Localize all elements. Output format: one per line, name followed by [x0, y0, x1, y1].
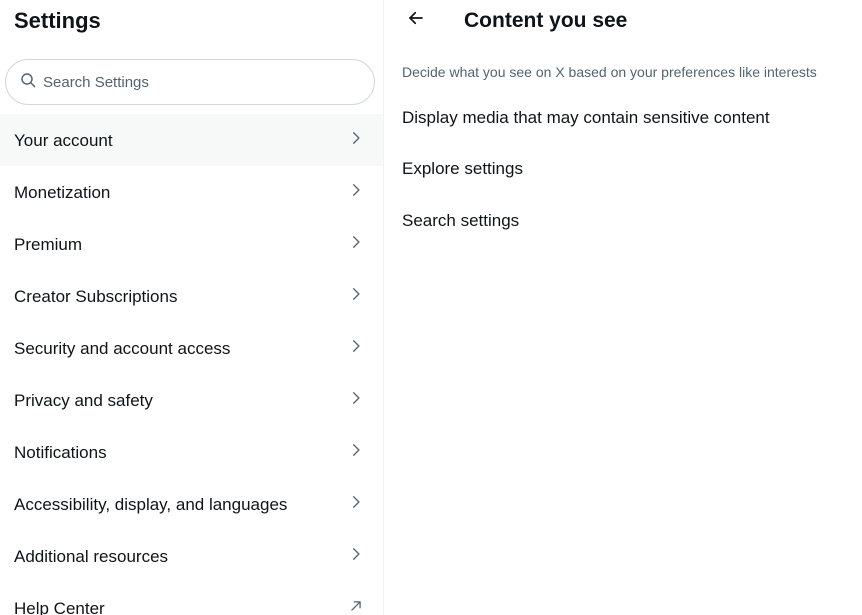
sidebar-item-help-center[interactable]: Help Center: [0, 582, 383, 615]
search-container: [0, 46, 383, 114]
content-options-list: Display media that may contain sensitive…: [384, 93, 862, 247]
sidebar-item-monetization[interactable]: Monetization: [0, 166, 383, 218]
content-header: Content you see: [384, 0, 862, 46]
sidebar-item-label: Premium: [14, 234, 83, 254]
search-icon: [20, 72, 36, 93]
sidebar-item-additional-resources[interactable]: Additional resources: [0, 530, 383, 582]
page-title: Settings: [14, 8, 101, 33]
sidebar-item-privacy[interactable]: Privacy and safety: [0, 374, 383, 426]
sidebar-item-label: Monetization: [14, 182, 111, 202]
sidebar-header: Settings: [0, 0, 383, 46]
chevron-right-icon: [349, 287, 363, 306]
settings-app: Settings Your account: [0, 0, 862, 615]
sidebar-item-premium[interactable]: Premium: [0, 218, 383, 270]
settings-nav: Your account Monetization Premium Creato…: [0, 114, 383, 615]
chevron-right-icon: [349, 391, 363, 410]
option-search-settings[interactable]: Search settings: [384, 195, 862, 247]
back-arrow-icon: [407, 9, 425, 32]
sidebar-item-label: Notifications: [14, 442, 107, 462]
content-title: Content you see: [464, 9, 628, 32]
chevron-right-icon: [349, 547, 363, 566]
content-panel: Content you see Decide what you see on X…: [384, 0, 862, 615]
content-description: Decide what you see on X based on your p…: [402, 64, 817, 80]
chevron-right-icon: [349, 443, 363, 462]
sidebar-item-creator-subscriptions[interactable]: Creator Subscriptions: [0, 270, 383, 322]
sidebar-item-your-account[interactable]: Your account: [0, 114, 383, 166]
chevron-right-icon: [349, 235, 363, 254]
sidebar-item-label: Privacy and safety: [14, 390, 153, 410]
sidebar-item-notifications[interactable]: Notifications: [0, 426, 383, 478]
sidebar-item-label: Security and account access: [14, 338, 231, 358]
sidebar-item-label: Additional resources: [14, 546, 169, 566]
sidebar-item-accessibility[interactable]: Accessibility, display, and languages: [0, 478, 383, 530]
sidebar-item-label: Your account: [14, 130, 113, 150]
chevron-right-icon: [349, 339, 363, 358]
sidebar-item-security[interactable]: Security and account access: [0, 322, 383, 374]
chevron-right-icon: [349, 131, 363, 150]
sidebar-item-label: Accessibility, display, and languages: [14, 494, 288, 514]
settings-sidebar: Settings Your account: [0, 0, 384, 615]
search-input[interactable]: [41, 72, 345, 92]
sidebar-item-label: Help Center: [14, 598, 105, 615]
external-link-arrow-icon: [349, 599, 363, 615]
option-explore-settings[interactable]: Explore settings: [384, 143, 862, 195]
chevron-right-icon: [349, 495, 363, 514]
option-sensitive-media[interactable]: Display media that may contain sensitive…: [384, 93, 862, 143]
back-button[interactable]: [402, 6, 430, 34]
search-box[interactable]: [5, 59, 375, 105]
sidebar-item-label: Creator Subscriptions: [14, 286, 178, 306]
chevron-right-icon: [349, 183, 363, 202]
